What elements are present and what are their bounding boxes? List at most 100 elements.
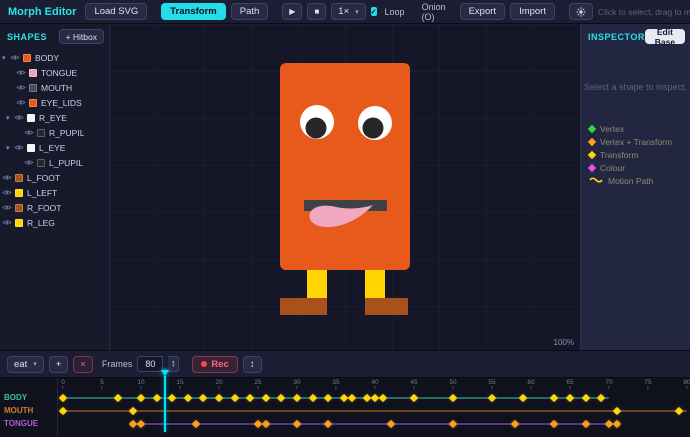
timeline[interactable]: 05101520253035404550556065707580 BODYMOU… bbox=[0, 377, 690, 437]
visibility-eye-icon[interactable] bbox=[24, 129, 37, 136]
keyframe-diamond[interactable] bbox=[262, 419, 270, 427]
shape-row-l-left[interactable]: L_LEFT bbox=[0, 185, 109, 200]
left-foot-shape[interactable] bbox=[280, 298, 327, 315]
keyframe-diamond[interactable] bbox=[277, 393, 285, 401]
visibility-eye-icon[interactable] bbox=[2, 189, 15, 196]
visibility-eye-icon[interactable] bbox=[14, 114, 27, 121]
visibility-eye-icon[interactable] bbox=[14, 144, 27, 151]
keyframe-diamond[interactable] bbox=[410, 393, 418, 401]
ruler-tick[interactable]: 25 bbox=[254, 379, 261, 389]
play-button[interactable]: ▶ bbox=[282, 3, 302, 20]
keyframe-diamond[interactable] bbox=[59, 406, 67, 414]
keyframe-diamond[interactable] bbox=[199, 393, 207, 401]
shape-row-r-pupil[interactable]: R_PUPIL bbox=[0, 125, 109, 140]
ruler-tick[interactable]: 0 bbox=[61, 379, 65, 389]
shape-row-body[interactable]: ▾BODY bbox=[0, 50, 109, 65]
keyframe-diamond[interactable] bbox=[324, 393, 332, 401]
track-label-body[interactable]: BODY bbox=[4, 391, 27, 404]
keyframe-diamond[interactable] bbox=[59, 393, 67, 401]
frames-stepper[interactable]: ▲▼ bbox=[168, 356, 179, 372]
ruler-tick[interactable]: 80 bbox=[683, 379, 690, 389]
keyframe-diamond[interactable] bbox=[386, 419, 394, 427]
keyframe-diamond[interactable] bbox=[129, 406, 137, 414]
body-shape[interactable] bbox=[280, 63, 410, 270]
ruler-tick[interactable]: 50 bbox=[449, 379, 456, 389]
caret-down-icon[interactable]: ▾ bbox=[6, 144, 14, 152]
keyframe-diamond[interactable] bbox=[449, 393, 457, 401]
canvas[interactable]: 100% bbox=[110, 24, 580, 350]
keyframe-diamond[interactable] bbox=[581, 419, 589, 427]
resize-timeline-button[interactable]: ↕ bbox=[243, 356, 262, 373]
keyframe-diamond[interactable] bbox=[449, 419, 457, 427]
shape-row-tongue[interactable]: TONGUE bbox=[0, 65, 109, 80]
left-pupil-shape[interactable] bbox=[363, 118, 384, 139]
ruler-tick[interactable]: 45 bbox=[410, 379, 417, 389]
visibility-eye-icon[interactable] bbox=[2, 204, 15, 211]
left-leg-shape[interactable] bbox=[307, 270, 327, 298]
right-pupil-shape[interactable] bbox=[306, 118, 327, 139]
ruler-tick[interactable]: 35 bbox=[332, 379, 339, 389]
add-animation-button[interactable]: + bbox=[49, 356, 69, 373]
keyframe-diamond[interactable] bbox=[581, 393, 589, 401]
visibility-eye-icon[interactable] bbox=[24, 159, 37, 166]
keyframe-diamond[interactable] bbox=[519, 393, 527, 401]
keyframe-diamond[interactable] bbox=[191, 419, 199, 427]
caret-down-icon[interactable]: ▾ bbox=[6, 114, 14, 122]
settings-button[interactable] bbox=[569, 3, 593, 20]
ruler-tick[interactable]: 55 bbox=[488, 379, 495, 389]
ruler-tick[interactable]: 60 bbox=[527, 379, 534, 389]
keyframe-diamond[interactable] bbox=[347, 393, 355, 401]
visibility-eye-icon[interactable] bbox=[16, 69, 29, 76]
keyframe-diamond[interactable] bbox=[184, 393, 192, 401]
right-leg-shape[interactable] bbox=[365, 270, 385, 298]
ruler-tick[interactable]: 70 bbox=[605, 379, 612, 389]
shape-row-l-eye[interactable]: ▾L_EYE bbox=[0, 140, 109, 155]
shape-row-l-pupil[interactable]: L_PUPIL bbox=[0, 155, 109, 170]
load-svg-button[interactable]: Load SVG bbox=[85, 3, 147, 20]
keyframe-diamond[interactable] bbox=[137, 393, 145, 401]
keyframe-diamond[interactable] bbox=[262, 393, 270, 401]
keyframe-diamond[interactable] bbox=[293, 419, 301, 427]
ruler-tick[interactable]: 30 bbox=[293, 379, 300, 389]
visibility-eye-icon[interactable] bbox=[16, 84, 29, 91]
keyframe-diamond[interactable] bbox=[675, 406, 683, 414]
keyframe-diamond[interactable] bbox=[246, 393, 254, 401]
ruler-tick[interactable]: 40 bbox=[371, 379, 378, 389]
loop-checkbox[interactable] bbox=[371, 7, 377, 16]
keyframe-diamond[interactable] bbox=[550, 419, 558, 427]
keyframe-diamond[interactable] bbox=[168, 393, 176, 401]
keyframe-diamond[interactable] bbox=[613, 419, 621, 427]
keyframe-diamond[interactable] bbox=[137, 419, 145, 427]
keyframe-diamond[interactable] bbox=[488, 393, 496, 401]
keyframe-diamond[interactable] bbox=[113, 393, 121, 401]
export-button[interactable]: Export bbox=[460, 3, 505, 20]
keyframe-diamond[interactable] bbox=[230, 393, 238, 401]
delete-animation-button[interactable]: × bbox=[73, 356, 93, 373]
ruler-tick[interactable]: 15 bbox=[176, 379, 183, 389]
track-label-mouth[interactable]: MOUTH bbox=[4, 404, 33, 417]
keyframe-diamond[interactable] bbox=[379, 393, 387, 401]
keyframe-diamond[interactable] bbox=[308, 393, 316, 401]
visibility-eye-icon[interactable] bbox=[10, 54, 23, 61]
visibility-eye-icon[interactable] bbox=[16, 99, 29, 106]
import-button[interactable]: Import bbox=[510, 3, 555, 20]
shape-row-r-leg[interactable]: R_LEG bbox=[0, 215, 109, 230]
stop-button[interactable]: ■ bbox=[307, 3, 326, 20]
shape-row-eye-lids[interactable]: EYE_LIDS bbox=[0, 95, 109, 110]
ruler-tick[interactable]: 10 bbox=[137, 379, 144, 389]
keyframe-diamond[interactable] bbox=[597, 393, 605, 401]
ruler-tick[interactable]: 65 bbox=[566, 379, 573, 389]
keyframe-diamond[interactable] bbox=[613, 406, 621, 414]
visibility-eye-icon[interactable] bbox=[2, 219, 15, 226]
keyframe-diamond[interactable] bbox=[511, 419, 519, 427]
right-foot-shape[interactable] bbox=[365, 298, 408, 315]
add-hitbox-button[interactable]: + Hitbox bbox=[59, 29, 104, 44]
track-label-tongue[interactable]: TONGUE bbox=[4, 417, 38, 430]
keyframe-diamond[interactable] bbox=[152, 393, 160, 401]
shape-row-mouth[interactable]: MOUTH bbox=[0, 80, 109, 95]
animation-select[interactable]: eat ▾ bbox=[7, 356, 44, 373]
keyframe-diamond[interactable] bbox=[293, 393, 301, 401]
edit-base-button[interactable]: Edit Base bbox=[645, 29, 685, 44]
frames-input[interactable] bbox=[137, 356, 163, 372]
rec-button[interactable]: Rec bbox=[192, 356, 237, 373]
